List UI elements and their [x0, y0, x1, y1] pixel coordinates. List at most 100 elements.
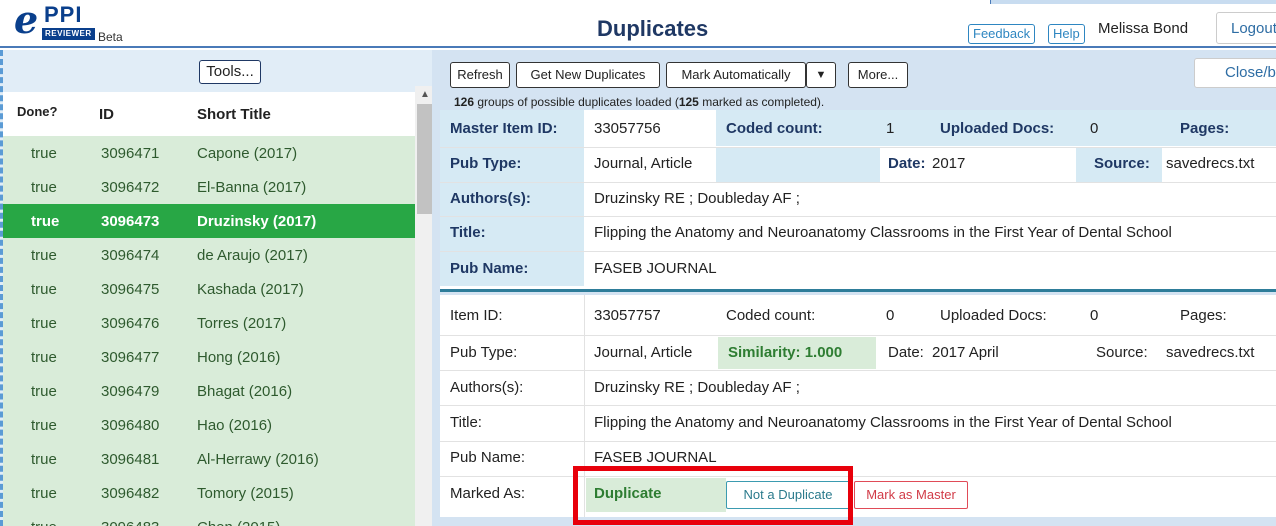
master-coded-count: 1 — [886, 120, 895, 137]
table-row[interactable]: true 3096477 Hong (2016) — [3, 340, 415, 374]
user-name: Melissa Bond — [1098, 20, 1189, 37]
table-row[interactable]: true 3096473 Druzinsky (2017) — [3, 204, 415, 238]
master-authors-label: Authors(s): — [450, 190, 531, 207]
row-done-cell: true — [31, 247, 57, 264]
master-source: savedrecs.txt — [1166, 155, 1255, 172]
dup-source-label: Source: — [1096, 344, 1148, 361]
table-row[interactable]: true 3096480 Hao (2016) — [3, 408, 415, 442]
master-pub-name: FASEB JOURNAL — [594, 260, 717, 277]
groups-table-header: Done? ID Short Title — [3, 92, 415, 136]
table-row[interactable]: true 3096474 de Araujo (2017) — [3, 238, 415, 272]
mark-automatically-button[interactable]: Mark Automatically — [666, 62, 806, 88]
scroll-thumb[interactable] — [417, 104, 433, 214]
row-divider — [440, 335, 1276, 336]
logo-e-mark: e — [14, 0, 39, 42]
row-short-title-cell: Capone (2017) — [197, 145, 298, 162]
row-divider — [440, 182, 1276, 183]
similarity-score: Similarity: 1.000 — [728, 344, 843, 361]
dup-coded-label: Coded count: — [726, 307, 816, 324]
row-divider — [440, 405, 1276, 406]
logo-reviewer-tag: REVIEWER — [42, 28, 95, 40]
top-bar: e PPI REVIEWER Beta Duplicates Feedback … — [0, 0, 1276, 48]
master-title: Flipping the Anatomy and Neuroanatomy Cl… — [594, 224, 1172, 241]
dup-docs-label: Uploaded Docs: — [940, 307, 1047, 324]
table-row[interactable]: true 3096472 El-Banna (2017) — [3, 170, 415, 204]
completed-count: 125 — [678, 95, 699, 109]
row-id-cell: 3096483 — [101, 519, 159, 526]
mark-as-master-button[interactable]: Mark as Master — [854, 481, 968, 509]
dup-date-label: Date: — [888, 344, 924, 361]
logout-button[interactable]: Logout — [1216, 12, 1276, 44]
dup-date: 2017 April — [932, 344, 999, 361]
groups-count: 126 — [454, 95, 475, 109]
eppi-logo[interactable]: e PPI REVIEWER Beta — [14, 0, 164, 44]
dup-coded-count: 0 — [886, 307, 895, 324]
row-id-cell: 3096471 — [101, 145, 160, 162]
row-id-cell: 3096480 — [101, 417, 160, 434]
column-header-short-title[interactable]: Short Title — [197, 106, 271, 123]
row-short-title-cell: Tomory (2015) — [197, 485, 294, 502]
dup-docs-count: 0 — [1090, 307, 1099, 324]
row-id-cell: 3096479 — [101, 383, 160, 400]
get-new-duplicates-button[interactable]: Get New Duplicates — [516, 62, 660, 88]
dup-pub-type-label: Pub Type: — [450, 344, 518, 361]
master-pages-label: Pages: — [1180, 120, 1230, 137]
row-id-cell: 3096482 — [101, 485, 160, 502]
row-id-cell: 3096477 — [101, 349, 160, 366]
duplicate-groups-pane: Tools... Done? ID Short Title true 309647… — [0, 50, 435, 526]
status-text: 126 groups of possible duplicates loaded… — [454, 95, 824, 109]
row-id-cell: 3096473 — [101, 213, 160, 230]
dup-pages-label: Pages: — [1180, 307, 1227, 324]
duplicate-detail-pane: Refresh Get New Duplicates Mark Automati… — [432, 50, 1276, 526]
top-accent-strip — [990, 0, 1276, 4]
table-row[interactable]: true 3096471 Capone (2017) — [3, 136, 415, 170]
mark-automatically-dropdown-icon[interactable]: ▼ — [806, 62, 836, 88]
row-divider — [440, 216, 1276, 217]
dup-pub-type: Journal, Article — [594, 344, 693, 361]
row-divider — [440, 441, 1276, 442]
master-pub-type-label: Pub Type: — [450, 155, 522, 172]
dup-item-id: 33057757 — [594, 307, 661, 324]
master-record-card: Master Item ID: 33057756 Coded count: 1 … — [440, 110, 1276, 292]
status-part-2: marked as completed). — [698, 95, 825, 109]
dup-authors-label: Authors(s): — [450, 379, 524, 396]
table-row[interactable]: true 3096476 Torres (2017) — [3, 306, 415, 340]
table-row[interactable]: true 3096481 Al-Herrawy (2016) — [3, 442, 415, 476]
row-id-cell: 3096475 — [101, 281, 160, 298]
table-row[interactable]: true 3096479 Bhagat (2016) — [3, 374, 415, 408]
row-short-title-cell: Torres (2017) — [197, 315, 287, 332]
row-short-title-cell: Al-Herrawy (2016) — [197, 451, 319, 468]
table-row[interactable]: true 3096483 Chen (2015) — [3, 510, 415, 526]
row-done-cell: true — [31, 281, 57, 298]
column-header-done[interactable]: Done? — [17, 104, 57, 119]
beta-label: Beta — [98, 30, 123, 44]
table-row[interactable]: true 3096475 Kashada (2017) — [3, 272, 415, 306]
dup-authors: Druzinsky RE ; Doubleday AF ; — [594, 379, 800, 396]
status-part-1: groups of possible duplicates loaded ( — [474, 95, 679, 109]
more-button[interactable]: More... — [848, 62, 908, 88]
dup-item-id-label: Item ID: — [450, 307, 503, 324]
table-row[interactable]: true 3096482 Tomory (2015) — [3, 476, 415, 510]
close-back-button[interactable]: Close/back — [1194, 58, 1276, 88]
master-title-label: Title: — [450, 224, 486, 241]
dup-pub-name-label: Pub Name: — [450, 449, 526, 466]
tools-button[interactable]: Tools... — [199, 60, 261, 84]
row-divider — [440, 251, 1276, 252]
master-date: 2017 — [932, 155, 966, 172]
master-source-label: Source: — [1094, 155, 1150, 172]
row-done-cell: true — [31, 179, 57, 196]
row-done-cell: true — [31, 315, 57, 332]
row-done-cell: true — [31, 417, 57, 434]
master-pub-name-label: Pub Name: — [450, 260, 529, 277]
row-short-title-cell: El-Banna (2017) — [197, 179, 307, 196]
row-done-cell: true — [31, 451, 57, 468]
feedback-link[interactable]: Feedback — [968, 24, 1036, 44]
row-short-title-cell: Hao (2016) — [197, 417, 273, 434]
help-link[interactable]: Help — [1048, 24, 1085, 44]
master-coded-label: Coded count: — [726, 120, 823, 137]
row-short-title-cell: Bhagat (2016) — [197, 383, 293, 400]
page-title: Duplicates — [597, 16, 709, 41]
row-id-cell: 3096472 — [101, 179, 160, 196]
column-header-id[interactable]: ID — [99, 106, 114, 123]
refresh-button[interactable]: Refresh — [450, 62, 510, 88]
